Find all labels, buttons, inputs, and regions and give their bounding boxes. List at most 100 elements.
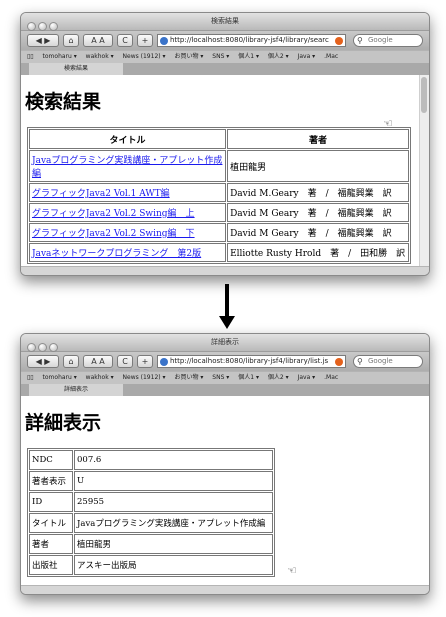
field-value: 007.6 bbox=[74, 450, 273, 470]
author-cell: David M Geary 著 / 福龍興業 訳 bbox=[227, 203, 409, 222]
scroll-thumb[interactable] bbox=[421, 77, 427, 113]
results-table: タイトル 著者 Javaプログラミング実践講座・アプレット作成編 植田龍男 グラ… bbox=[27, 127, 411, 264]
field-label: 著者 bbox=[29, 534, 73, 554]
reload-button[interactable]: C bbox=[117, 34, 133, 47]
field-label: NDC bbox=[29, 450, 73, 470]
bookmark-item[interactable]: .Mac bbox=[324, 53, 338, 60]
home-button[interactable]: ⌂ bbox=[63, 355, 79, 368]
field-label: 著者表示 bbox=[29, 471, 73, 491]
title-link[interactable]: Javaネットワークプログラミング 第2版 bbox=[32, 249, 201, 259]
add-bookmark-button[interactable]: + bbox=[137, 355, 153, 368]
book-icon[interactable]: ▯▯ bbox=[27, 374, 34, 381]
field-value: 植田龍男 bbox=[74, 534, 273, 554]
toolbar: ◀ ▶ ⌂ A A C + http://localhost:8080/libr… bbox=[21, 352, 429, 371]
title-cell: グラフィックJava2 Vol.1 AWT編 bbox=[29, 183, 227, 202]
book-icon[interactable]: ▯▯ bbox=[27, 53, 34, 60]
rss-icon[interactable] bbox=[335, 358, 343, 366]
pointer-cursor-icon: ☜ bbox=[287, 564, 297, 577]
bookmark-item[interactable]: News (1912) ▾ bbox=[123, 53, 166, 60]
bookmark-item[interactable]: .Mac bbox=[324, 374, 338, 381]
column-header-author: 著者 bbox=[227, 129, 409, 149]
back-forward-button[interactable]: ◀ ▶ bbox=[27, 355, 59, 368]
bookmark-item[interactable]: SNS ▾ bbox=[212, 374, 229, 381]
back-forward-button[interactable]: ◀ ▶ bbox=[27, 34, 59, 47]
title-link[interactable]: グラフィックJava2 Vol.2 Swing編 下 bbox=[32, 229, 195, 239]
bookmark-item[interactable]: wakhok ▾ bbox=[86, 53, 114, 60]
table-row: 出版社 アスキー出版局 bbox=[29, 555, 273, 575]
search-icon: ⚲ bbox=[357, 357, 363, 366]
globe-icon bbox=[160, 358, 168, 366]
title-cell: グラフィックJava2 Vol.2 Swing編 下 bbox=[29, 223, 227, 242]
table-row: グラフィックJava2 Vol.2 Swing編 上 David M Geary… bbox=[29, 203, 409, 222]
bookmark-item[interactable]: お買い物 ▾ bbox=[174, 53, 203, 60]
tab-search-results[interactable]: 検索結果 bbox=[29, 63, 123, 75]
bookmark-item[interactable]: 個人1 ▾ bbox=[238, 53, 259, 60]
bookmark-item[interactable]: tomoharu ▾ bbox=[43, 374, 77, 381]
bookmark-item[interactable]: お買い物 ▾ bbox=[174, 374, 203, 381]
author-cell: 植田龍男 bbox=[227, 150, 409, 182]
table-row: 著者表示 U bbox=[29, 471, 273, 491]
transition-arrow-shaft bbox=[225, 284, 229, 318]
home-button[interactable]: ⌂ bbox=[63, 34, 79, 47]
bookmark-item[interactable]: tomoharu ▾ bbox=[43, 53, 77, 60]
add-bookmark-button[interactable]: + bbox=[137, 34, 153, 47]
field-value: Javaプログラミング実践講座・アプレット作成編 bbox=[74, 513, 273, 533]
field-value: アスキー出版局 bbox=[74, 555, 273, 575]
search-icon: ⚲ bbox=[357, 36, 363, 45]
title-link[interactable]: Javaプログラミング実践講座・アプレット作成編 bbox=[32, 156, 222, 179]
title-link[interactable]: グラフィックJava2 Vol.2 Swing編 上 bbox=[32, 209, 195, 219]
text-size-button[interactable]: A A bbox=[83, 355, 113, 368]
bookmark-item[interactable]: SNS ▾ bbox=[212, 53, 229, 60]
bookmarks-bar: ▯▯ tomoharu ▾ wakhok ▾ News (1912) ▾ お買い… bbox=[21, 50, 429, 63]
page-title: 検索結果 bbox=[25, 91, 102, 113]
table-row: タイトル Javaプログラミング実践講座・アプレット作成編 bbox=[29, 513, 273, 533]
toolbar: ◀ ▶ ⌂ A A C + http://localhost:8080/libr… bbox=[21, 31, 429, 50]
field-label: ID bbox=[29, 492, 73, 512]
globe-icon bbox=[160, 37, 168, 45]
search-results-window: 検索結果 ◀ ▶ ⌂ A A C + http://localhost:8080… bbox=[20, 12, 430, 276]
table-row: ID 25955 bbox=[29, 492, 273, 512]
page-content: 検索結果 ☜ タイトル 著者 Javaプログラミング実践講座・アプレット作成編 … bbox=[21, 75, 429, 267]
field-value: U bbox=[74, 471, 273, 491]
reload-button[interactable]: C bbox=[117, 355, 133, 368]
url-text: http://localhost:8080/library-jsf4/libra… bbox=[170, 357, 329, 365]
bookmark-item[interactable]: News (1912) ▾ bbox=[123, 374, 166, 381]
author-cell: Elliotte Rusty Hrold 著 / 田和勝 訳 bbox=[227, 243, 409, 262]
search-field[interactable]: ⚲ Google bbox=[353, 34, 423, 47]
page-content: 詳細表示 NDC 007.6 著者表示 U ID 25955 タイトル Java… bbox=[21, 396, 429, 586]
url-text: http://localhost:8080/library-jsf4/libra… bbox=[170, 36, 329, 44]
title-link[interactable]: グラフィックJava2 Vol.1 AWT編 bbox=[32, 189, 170, 199]
address-bar[interactable]: http://localhost:8080/library-jsf4/libra… bbox=[157, 355, 346, 368]
table-row: グラフィックJava2 Vol.2 Swing編 下 David M Geary… bbox=[29, 223, 409, 242]
table-row: 著者 植田龍男 bbox=[29, 534, 273, 554]
detail-window: 詳細表示 ◀ ▶ ⌂ A A C + http://localhost:8080… bbox=[20, 333, 430, 595]
status-bar bbox=[21, 585, 429, 594]
title-cell: Javaネットワークプログラミング 第2版 bbox=[29, 243, 227, 262]
text-size-button[interactable]: A A bbox=[83, 34, 113, 47]
page-title: 詳細表示 bbox=[25, 412, 102, 434]
column-header-title: タイトル bbox=[29, 129, 227, 149]
title-bar[interactable]: 検索結果 bbox=[21, 13, 429, 31]
bookmark-item[interactable]: Java ▾ bbox=[298, 374, 316, 381]
table-row: NDC 007.6 bbox=[29, 450, 273, 470]
window-title: 詳細表示 bbox=[211, 338, 239, 346]
bookmark-item[interactable]: 個人2 ▾ bbox=[268, 53, 289, 60]
down-arrow-icon bbox=[219, 316, 235, 329]
bookmark-item[interactable]: wakhok ▾ bbox=[86, 374, 114, 381]
search-field[interactable]: ⚲ Google bbox=[353, 355, 423, 368]
author-cell: David M Geary 著 / 福龍興業 訳 bbox=[227, 223, 409, 242]
bookmark-item[interactable]: 個人1 ▾ bbox=[238, 374, 259, 381]
field-value: 25955 bbox=[74, 492, 273, 512]
table-row: Javaネットワークプログラミング 第2版 Elliotte Rusty Hro… bbox=[29, 243, 409, 262]
table-header-row: タイトル 著者 bbox=[29, 129, 409, 149]
rss-icon[interactable] bbox=[335, 37, 343, 45]
title-cell: Javaプログラミング実践講座・アプレット作成編 bbox=[29, 150, 227, 182]
bookmarks-bar: ▯▯ tomoharu ▾ wakhok ▾ News (1912) ▾ お買い… bbox=[21, 371, 429, 384]
address-bar[interactable]: http://localhost:8080/library-jsf4/libra… bbox=[157, 34, 346, 47]
tab-detail[interactable]: 詳細表示 bbox=[29, 384, 123, 396]
title-bar[interactable]: 詳細表示 bbox=[21, 334, 429, 352]
bookmark-item[interactable]: Java ▾ bbox=[298, 53, 316, 60]
vertical-scrollbar[interactable] bbox=[419, 75, 429, 267]
author-cell: David M.Geary 著 / 福龍興業 訳 bbox=[227, 183, 409, 202]
bookmark-item[interactable]: 個人2 ▾ bbox=[268, 374, 289, 381]
